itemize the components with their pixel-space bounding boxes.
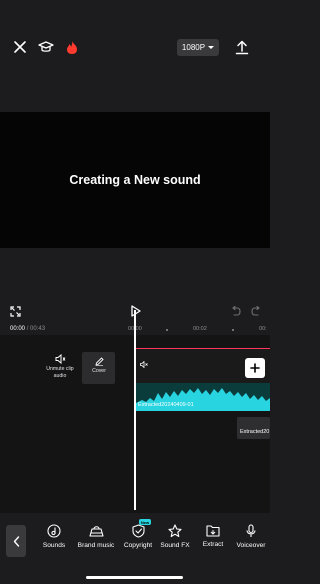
track-boundary-line	[136, 348, 270, 349]
time-readout: 00:00 / 00:43	[10, 326, 45, 332]
microphone-icon	[246, 524, 256, 537]
playhead[interactable]	[134, 310, 136, 510]
undo-icon[interactable]	[229, 304, 242, 317]
fire-icon[interactable]	[63, 38, 81, 56]
clip2-name: Extracted20	[240, 429, 270, 435]
back-button[interactable]	[6, 525, 26, 557]
sounds-icon	[47, 524, 61, 538]
clip-name: Extracted20240409-01	[138, 402, 194, 408]
cover-tool[interactable]: Cover	[85, 357, 113, 375]
resolution-selector[interactable]: 1080P	[177, 39, 219, 56]
preview-caption: Creating a New sound	[69, 173, 201, 187]
plus-icon	[250, 363, 260, 373]
export-upload-icon[interactable]	[233, 38, 251, 56]
unmute-clip-audio-button[interactable]: Unmute clip audio	[46, 353, 74, 379]
resolution-label: 1080P	[181, 43, 206, 52]
graduation-cap-icon[interactable]	[37, 38, 55, 56]
tool-label: Extract	[202, 541, 224, 548]
tool-label: Sound FX	[160, 542, 190, 549]
tool-label: Brand music	[77, 542, 115, 549]
ruler-label: 00:02	[193, 326, 207, 332]
sound-fx-icon	[167, 524, 182, 538]
pencil-icon	[94, 357, 104, 366]
fullscreen-icon[interactable]	[8, 304, 22, 318]
add-clip-button[interactable]	[245, 358, 265, 378]
tool-label: Sounds	[42, 542, 66, 549]
home-indicator[interactable]	[86, 576, 183, 579]
brand-music-icon	[88, 526, 104, 537]
close-icon[interactable]	[11, 38, 29, 56]
current-time: 00:00	[10, 326, 26, 332]
audio-clip-waveform[interactable]: Extracted20240409-01	[136, 383, 270, 411]
extract-folder-icon	[206, 525, 220, 537]
cover-label: Cover	[92, 368, 106, 375]
video-preview[interactable]: Creating a New sound	[0, 112, 270, 248]
chevron-left-icon	[13, 535, 19, 547]
tool-label: Copyright	[123, 542, 153, 549]
audio-clip-secondary[interactable]: Extracted20	[237, 417, 270, 439]
copyright-shield-icon	[131, 524, 145, 538]
tool-brand-music[interactable]: Brand music	[74, 524, 118, 549]
tool-sounds[interactable]: Sounds	[32, 524, 76, 549]
ruler-dot	[166, 329, 168, 331]
tool-voiceover[interactable]: Voiceover	[229, 524, 273, 549]
chevron-down-icon	[208, 46, 215, 49]
total-time: / 00:43	[26, 326, 46, 332]
ruler-dot	[232, 329, 234, 331]
track-mute-icon[interactable]	[140, 355, 148, 373]
unmute-label: Unmute clip audio	[46, 366, 74, 379]
redo-icon[interactable]	[250, 304, 263, 317]
speaker-muted-icon	[55, 353, 65, 365]
ruler-label: 00:	[259, 326, 267, 332]
top-bar	[0, 0, 270, 112]
tool-label: Voiceover	[236, 542, 266, 549]
